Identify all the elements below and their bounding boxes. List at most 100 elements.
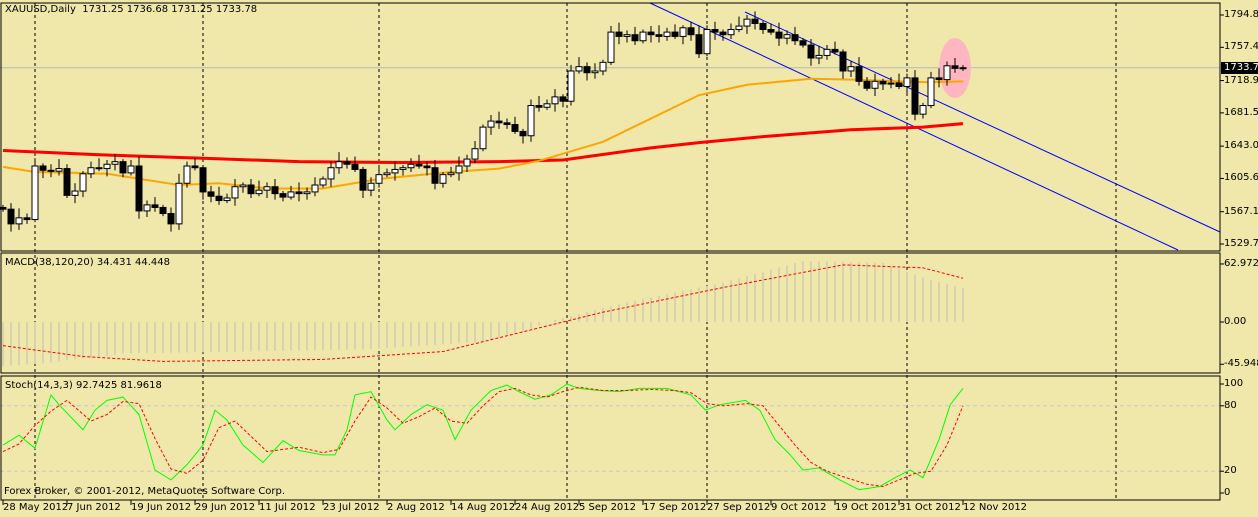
candle	[327, 161, 335, 187]
candle	[359, 166, 367, 198]
candle-body-bear	[415, 163, 423, 167]
candle-body-bear	[191, 165, 199, 169]
candle	[383, 168, 391, 178]
candle	[175, 173, 183, 230]
candle-body-bull	[727, 29, 735, 36]
candle	[735, 16, 743, 33]
macd-label: MACD(38,120,20) 34.431 44.448	[5, 257, 171, 268]
macd-panel	[2, 260, 964, 367]
candle	[703, 25, 711, 57]
candle	[47, 164, 55, 178]
candle-body-bull	[463, 158, 471, 167]
candle	[31, 158, 39, 223]
candle-body-bull	[375, 174, 383, 184]
candle	[503, 118, 511, 129]
candle	[183, 161, 191, 188]
candle-body-bear	[647, 31, 655, 36]
channel-upper-line	[744, 11, 1221, 233]
candle	[151, 197, 159, 212]
candle-body-bear	[951, 65, 959, 69]
candle-body-bull	[439, 174, 447, 184]
date-tick-label: 28 May 2012	[3, 502, 69, 513]
candle	[527, 99, 535, 142]
candle-body-bull	[367, 182, 375, 191]
candle-body-bull	[959, 67, 967, 70]
candle	[719, 29, 727, 41]
candle-body-bull	[311, 184, 319, 193]
candle-body-bear	[799, 40, 807, 46]
candle-body-bull	[183, 165, 191, 184]
candle	[695, 25, 703, 59]
candle-body-bull	[743, 18, 751, 27]
candle-body-bull	[575, 66, 583, 72]
candle-body-bear	[47, 169, 55, 172]
candle-body-bear	[767, 29, 775, 33]
candle	[15, 208, 23, 230]
stoch-tick-label: 20	[1224, 465, 1237, 477]
price-tick-label: 1567.10	[1224, 205, 1258, 217]
candle	[7, 203, 15, 232]
candle	[471, 140, 479, 164]
candle-body-bear	[775, 31, 783, 39]
price-tick-label: 1529.70	[1224, 238, 1258, 249]
candle-body-bear	[711, 29, 719, 33]
candle-body-bear	[695, 34, 703, 55]
candle	[751, 11, 759, 30]
candle	[599, 59, 607, 76]
candle-body-bear	[519, 130, 527, 137]
candle	[487, 115, 495, 135]
candle	[319, 176, 327, 188]
price-tick-label: 1718.90	[1224, 74, 1258, 86]
candle	[351, 156, 359, 173]
candle-body-bear	[855, 66, 863, 82]
candle-body-bear	[39, 165, 47, 171]
candle-body-bull	[127, 165, 135, 174]
date-tick-label: 2 Aug 2012	[387, 502, 445, 513]
candle-body-bull	[383, 172, 391, 176]
price-tick-label: 1681.50	[1224, 106, 1258, 118]
candle	[23, 213, 31, 224]
candle	[79, 171, 87, 198]
candle	[583, 62, 591, 81]
candle-body-bear	[199, 167, 207, 193]
candle-body-bear	[151, 204, 159, 208]
stoch-panel	[2, 383, 964, 491]
candle	[143, 200, 151, 217]
candle	[263, 182, 271, 198]
chart-canvas[interactable]	[0, 0, 1258, 517]
candle-body-bull	[287, 191, 295, 198]
candle	[119, 159, 127, 178]
candle-body-bull	[327, 167, 335, 180]
candle-body-bull	[543, 103, 551, 108]
candle-body-bull	[639, 31, 647, 42]
symbol-label: XAUUSD,Daily	[5, 4, 76, 15]
stoch-tick-label: 80	[1224, 399, 1237, 411]
candle	[591, 63, 599, 79]
candle-body-bull	[735, 25, 743, 31]
candle-body-bull	[943, 65, 951, 81]
ohlc-values: 1731.25 1736.68 1731.25 1733.78	[82, 4, 258, 15]
candle	[671, 24, 679, 40]
candle-body-bear	[879, 80, 887, 85]
candle-body-bear	[559, 96, 567, 102]
candle	[687, 21, 695, 41]
candle	[71, 183, 79, 204]
candle-body-bull	[255, 189, 263, 195]
candle-body-bear	[135, 165, 143, 212]
candle-body-bull	[239, 184, 247, 188]
candle	[167, 207, 175, 232]
candle-body-bull	[319, 178, 327, 186]
date-tick-label: 27 Sep 2012	[707, 502, 771, 513]
date-tick-label: 5 Sep 2012	[579, 502, 637, 513]
price-tick-label: 1794.80	[1224, 9, 1258, 20]
candle-body-bull	[927, 77, 935, 107]
candle-body-bull	[15, 217, 23, 225]
date-tick-label: 14 Aug 2012	[451, 502, 516, 513]
candle-body-bull	[87, 167, 95, 175]
candle	[407, 158, 415, 173]
candle-body-bull	[887, 82, 895, 85]
stoch-tick-label: 100	[1224, 378, 1244, 389]
candle-body-bear	[215, 195, 223, 202]
candle	[311, 177, 319, 197]
candle	[855, 57, 863, 86]
